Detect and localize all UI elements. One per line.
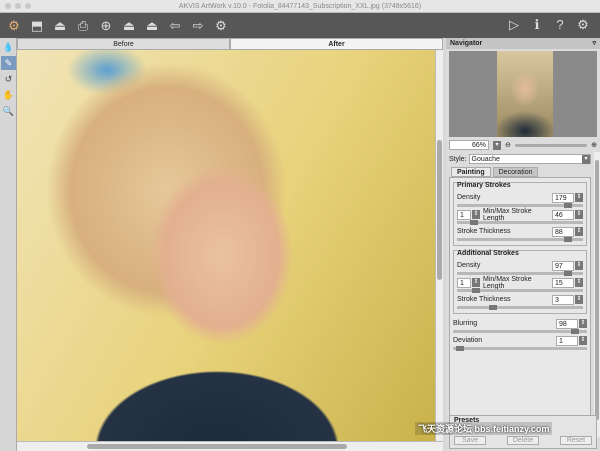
stepper[interactable]: ⇕ <box>575 295 583 304</box>
back-icon[interactable]: ⇦ <box>165 16 185 36</box>
save-preset-button[interactable]: Save <box>454 436 486 445</box>
info-icon[interactable]: ℹ <box>527 15 547 35</box>
length-slider[interactable] <box>457 288 583 293</box>
param-label: Density <box>457 194 481 201</box>
thickness-slider[interactable] <box>457 237 583 242</box>
dropper-icon[interactable]: 💧 <box>1 40 16 54</box>
density-slider[interactable] <box>457 203 583 208</box>
stepper[interactable]: ⇕ <box>575 210 583 219</box>
length-max-input[interactable]: 46 <box>552 209 574 220</box>
density-input[interactable]: 179 <box>552 192 574 203</box>
vertical-scrollbar[interactable] <box>435 50 443 441</box>
window-controls[interactable] <box>5 3 31 9</box>
length-slider[interactable] <box>457 220 583 225</box>
group-title: Additional Strokes <box>457 250 519 257</box>
stepper[interactable]: ⇕ <box>575 227 583 236</box>
style-select[interactable]: Gouache ▾ <box>468 154 591 164</box>
zoom-select[interactable]: 66% <box>449 140 489 150</box>
deviation-slider[interactable] <box>453 346 587 351</box>
toolbar: ⚙ ⬒ ⏏ ⎙ ⊕ ⏏ ⏏ ⇦ ⇨ ⚙ ▷ ℹ ? ⚙ <box>0 13 600 38</box>
horizontal-scrollbar[interactable] <box>17 441 443 451</box>
import-icon[interactable]: ⏏ <box>142 16 162 36</box>
stepper[interactable]: ⇕ <box>472 278 480 287</box>
watermark: 飞天资源论坛 bbs.feitianzy.com <box>415 422 553 435</box>
brush-icon[interactable]: ✎ <box>1 56 16 70</box>
window-title: AKVIS ArtWork v.10.0 - Fotolia_84477143_… <box>178 3 422 10</box>
chevron-down-icon[interactable]: ▿ <box>592 38 596 49</box>
title-bar: AKVIS ArtWork v.10.0 - Fotolia_84477143_… <box>0 0 600 13</box>
thickness-slider[interactable] <box>457 305 583 310</box>
param-label: Stroke Thickness <box>457 296 511 303</box>
blurring-slider[interactable] <box>453 329 587 334</box>
tab-before[interactable]: Before <box>17 38 230 50</box>
print-icon[interactable]: ⎙ <box>73 16 93 36</box>
additional-strokes-group: Additional Strokes Density 97 ⇕ 1 ⇕ Min/Max … <box>453 250 587 314</box>
batch-icon[interactable]: ⚙ <box>4 16 24 36</box>
history-icon[interactable]: ↺ <box>1 72 16 86</box>
style-value: Gouache <box>471 156 500 163</box>
blurring-input[interactable]: 98 <box>556 318 578 329</box>
close-button[interactable] <box>5 3 11 9</box>
tab-after[interactable]: After <box>230 38 443 50</box>
navigator-preview[interactable] <box>449 51 597 137</box>
param-label: Stroke Thickness <box>457 228 511 235</box>
image-canvas[interactable] <box>17 50 435 441</box>
right-panel: Navigator ▿ 66% ▾ ⊖ ⊕ Style: Gouache ▾ Pai… <box>446 38 600 451</box>
param-label: Density <box>457 262 481 269</box>
open-icon[interactable]: ⬒ <box>27 16 47 36</box>
delete-preset-button[interactable]: Delete <box>507 436 539 445</box>
save-icon[interactable]: ⏏ <box>50 16 70 36</box>
chevron-down-icon[interactable]: ▾ <box>493 140 501 150</box>
minimize-button[interactable] <box>15 3 21 9</box>
param-label: Blurring <box>453 320 478 327</box>
stepper[interactable]: ⇕ <box>579 319 587 328</box>
param-label: Min/Max Stroke Length <box>483 207 532 222</box>
stepper[interactable]: ⇕ <box>575 278 583 287</box>
length-min-input[interactable]: 1 <box>457 277 471 288</box>
zoom-controls: 66% ▾ ⊖ ⊕ <box>446 139 600 151</box>
group-title: Primary Strokes <box>457 182 511 189</box>
param-label: Min/Max Stroke Length <box>483 275 532 290</box>
share-icon[interactable]: ⊕ <box>96 16 116 36</box>
zoom-slider[interactable] <box>514 143 588 147</box>
stepper[interactable]: ⇕ <box>472 210 480 219</box>
tab-decoration[interactable]: Decoration <box>492 167 539 177</box>
view-tabs: Before After <box>17 38 443 50</box>
density-input[interactable]: 97 <box>552 260 574 271</box>
run-icon[interactable]: ▷ <box>504 15 524 35</box>
chevron-down-icon: ▾ <box>582 155 590 164</box>
stepper[interactable]: ⇕ <box>575 261 583 270</box>
navigator-header: Navigator ▿ <box>446 38 600 49</box>
settings-panel: Style: Gouache ▾ Painting Decoration Prim… <box>446 152 594 451</box>
panel-scrollbar[interactable] <box>594 152 600 437</box>
stepper[interactable]: ⇕ <box>579 336 587 345</box>
help-icon[interactable]: ? <box>550 15 570 35</box>
navigator-title: Navigator <box>450 40 483 47</box>
preferences-icon[interactable]: ⚙ <box>573 15 593 35</box>
tool-strip: 💧 ✎ ↺ ✋ 🔍 <box>0 38 17 451</box>
forward-icon[interactable]: ⇨ <box>188 16 208 36</box>
hand-icon[interactable]: ✋ <box>1 88 16 102</box>
settings-gears-icon[interactable]: ⚙ <box>211 16 231 36</box>
deviation-input[interactable]: 1 <box>556 335 578 346</box>
stepper[interactable]: ⇕ <box>575 193 583 202</box>
zoom-button[interactable] <box>25 3 31 9</box>
zoom-in-icon[interactable]: ⊕ <box>591 141 597 149</box>
navigator-thumbnail <box>497 51 553 137</box>
length-min-input[interactable]: 1 <box>457 209 471 220</box>
param-label: Deviation <box>453 337 483 344</box>
thickness-input[interactable]: 88 <box>552 226 574 237</box>
zoom-value: 66% <box>471 142 486 149</box>
tab-painting[interactable]: Painting <box>451 167 491 177</box>
primary-strokes-group: Primary Strokes Density 179 ⇕ 1 ⇕ Min/Max St… <box>453 182 587 246</box>
style-label: Style: <box>449 155 467 163</box>
thickness-input[interactable]: 3 <box>552 294 574 305</box>
length-max-input[interactable]: 15 <box>552 277 574 288</box>
zoom-icon[interactable]: 🔍 <box>1 104 16 118</box>
reset-preset-button[interactable]: Reset <box>560 436 592 445</box>
zoom-out-icon[interactable]: ⊖ <box>505 141 511 149</box>
density-slider[interactable] <box>457 271 583 276</box>
export-icon[interactable]: ⏏ <box>119 16 139 36</box>
